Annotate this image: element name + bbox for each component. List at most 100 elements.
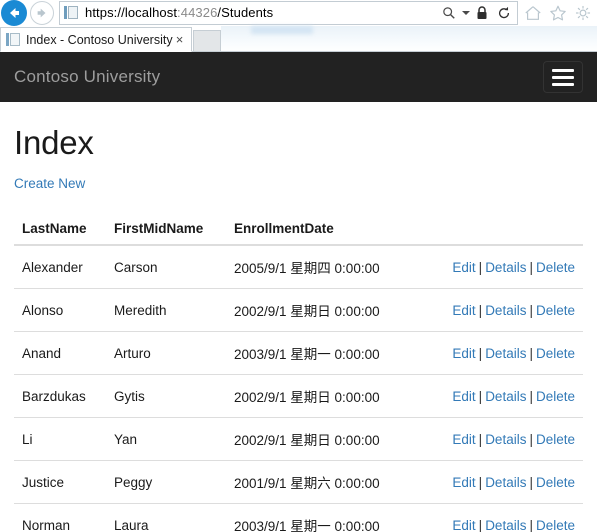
cell-enrollmentdate: 2001/9/1 星期六 0:00:00 [226,460,426,504]
star-icon[interactable] [546,1,570,25]
refresh-icon[interactable] [494,2,514,24]
table-row: Barzdukas Gytis 2002/9/1 星期日 0:00:00 Edit | D… [14,374,583,418]
column-header-firstmidname[interactable]: FirstMidName [106,215,226,246]
page-viewport: Contoso University Index Create New Last… [0,52,597,532]
hamburger-bar [552,68,574,72]
lock-icon[interactable] [472,2,492,24]
table-header-row: LastName FirstMidName EnrollmentDate [14,215,583,246]
close-icon[interactable]: × [173,33,187,46]
column-header-lastname[interactable]: LastName [14,215,106,246]
cell-lastname: Anand [14,331,106,375]
row-action-links: Edit | Details | Delete [452,518,575,532]
delete-link[interactable]: Delete [536,303,575,318]
cell-enrollmentdate: 2003/9/1 星期一 0:00:00 [226,331,426,375]
row-action-links: Edit | Details | Delete [452,389,575,404]
hamburger-menu-icon[interactable] [543,61,583,93]
tab-strip-highlight [250,26,313,34]
cell-firstmidname: Meredith [106,288,226,332]
details-link[interactable]: Details [485,346,526,361]
row-action-links: Edit | Details | Delete [452,260,575,275]
cell-enrollmentdate: 2005/9/1 星期四 0:00:00 [234,261,380,276]
hamburger-bar [552,75,574,79]
forward-button[interactable] [30,1,54,25]
browser-tab-active[interactable]: Index - Contoso University × [0,27,192,52]
cell-lastname: Norman [14,503,106,532]
cell-actions: Edit | Details | Delete [426,460,583,504]
navbar-brand[interactable]: Contoso University [14,67,160,87]
cell-actions: Edit | Details | Delete [426,288,583,332]
details-link[interactable]: Details [485,303,526,318]
gear-icon[interactable] [571,1,595,25]
home-icon[interactable] [521,1,545,25]
page-container: Index Create New LastName FirstMidName E… [0,124,597,532]
browser-chrome-buttons [521,1,597,25]
row-action-links: Edit | Details | Delete [452,475,575,490]
back-button[interactable] [1,0,27,26]
cell-lastname: Barzdukas [14,374,106,418]
create-new-link[interactable]: Create New [14,176,85,191]
search-icon[interactable] [439,2,459,24]
cell-firstmidname: Peggy [106,460,226,504]
tab-strip-empty-area [220,26,597,52]
details-link[interactable]: Details [485,389,526,404]
forward-arrow-icon [37,8,46,18]
table-row: Justice Peggy 2001/9/1 星期六 0:00:00 Edit | Det… [14,460,583,504]
table-row: Norman Laura 2003/9/1 星期一 0:00:00 Edit | Deta… [14,503,583,532]
action-separator: | [529,302,533,318]
row-action-links: Edit | Details | Delete [452,303,575,318]
edit-link[interactable]: Edit [452,475,475,490]
action-separator: | [529,345,533,361]
edit-link[interactable]: Edit [452,346,475,361]
cell-actions: Edit | Details | Delete [426,245,583,289]
cell-actions: Edit | Details | Delete [426,417,583,461]
delete-link[interactable]: Delete [536,475,575,490]
cell-lastname: Justice [14,460,106,504]
address-bar[interactable]: https://localhost:44326/Students [59,1,518,25]
tab-favicon-page-icon [6,32,22,48]
cell-firstmidname: Laura [106,503,226,532]
delete-link[interactable]: Delete [536,389,575,404]
cell-firstmidname: Yan [106,417,226,461]
edit-link[interactable]: Edit [452,303,475,318]
edit-link[interactable]: Edit [452,432,475,447]
tab-strip: Index - Contoso University × [0,26,597,52]
delete-link[interactable]: Delete [536,518,575,532]
back-arrow-icon [10,8,19,18]
delete-link[interactable]: Delete [536,260,575,275]
cell-lastname: Alonso [14,288,106,332]
edit-link[interactable]: Edit [452,389,475,404]
table-row: Li Yan 2002/9/1 星期日 0:00:00 Edit | Details | De… [14,417,583,461]
action-separator: | [478,259,483,275]
table-body: Alexander Carson 2005/9/1 星期四 0:00:00 Edit |… [14,245,583,532]
details-link[interactable]: Details [485,518,526,532]
details-link[interactable]: Details [485,260,526,275]
details-link[interactable]: Details [485,432,526,447]
new-tab-button[interactable] [192,30,221,52]
cell-firstmidname: Carson [114,259,158,275]
delete-link[interactable]: Delete [536,432,575,447]
cell-firstmidname: Arturo [106,331,226,375]
details-link[interactable]: Details [485,475,526,490]
column-header-actions [426,215,583,246]
url-text: https://localhost:44326/Students [85,5,274,20]
page-title: Index [14,124,94,161]
table-head: LastName FirstMidName EnrollmentDate [14,215,583,246]
action-separator: | [478,388,483,404]
cell-actions: Edit | Details | Delete [426,503,583,532]
action-separator: | [478,431,483,447]
action-separator: | [529,259,533,275]
students-table: LastName FirstMidName EnrollmentDate Ale… [14,215,583,532]
action-separator: | [478,474,483,490]
cell-lastname: Alexander [22,259,83,275]
table-row: Alexander Carson 2005/9/1 星期四 0:00:00 Edit |… [14,245,583,289]
action-separator: | [478,517,483,532]
column-header-enrollmentdate[interactable]: EnrollmentDate [226,215,426,246]
delete-link[interactable]: Delete [536,346,575,361]
edit-link[interactable]: Edit [452,260,475,275]
chevron-down-icon[interactable] [461,2,470,24]
edit-link[interactable]: Edit [452,518,475,532]
address-bar-icons [439,2,517,24]
cell-enrollmentdate: 2003/9/1 星期一 0:00:00 [226,503,426,532]
tab-title: Index - Contoso University [26,32,173,47]
browser-window: https://localhost:44326/Students Index -… [0,0,597,532]
